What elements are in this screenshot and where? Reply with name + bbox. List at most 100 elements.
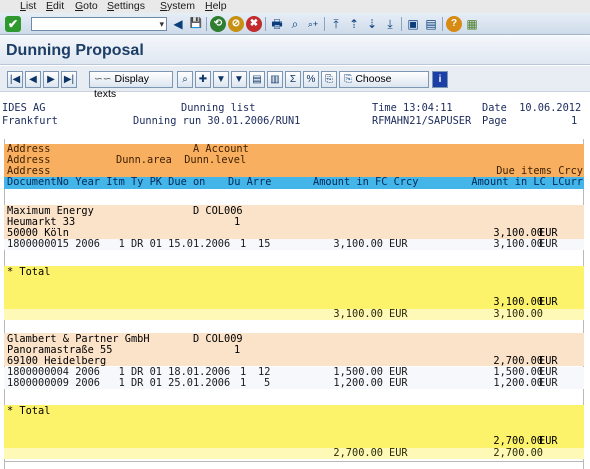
amount-fc: 1,200.00 bbox=[333, 377, 383, 389]
currency-fc: EUR bbox=[389, 238, 408, 250]
page-title: Dunning Proposal bbox=[6, 42, 144, 59]
first-page-icon[interactable]: ⤒ bbox=[328, 16, 344, 32]
total-amount-lc: 3,100.00 bbox=[493, 308, 543, 320]
list-title: Dunning list bbox=[181, 102, 256, 114]
column-header-row: DocumentNo Year Itm Ty PK Due on Du Arre… bbox=[4, 177, 584, 189]
currency-lc: EUR bbox=[539, 377, 558, 389]
next-item-button[interactable]: ▶ bbox=[43, 71, 59, 88]
details-button[interactable]: ⌕ bbox=[177, 71, 193, 88]
page-label: Page bbox=[482, 115, 507, 127]
cancel-icon[interactable]: ✖ bbox=[246, 16, 262, 32]
total-amount-fc: 3,100.00 bbox=[333, 308, 383, 320]
columns-button[interactable]: ▥ bbox=[267, 71, 283, 88]
enter-icon[interactable]: ✔ bbox=[5, 16, 21, 32]
total-amount-lc: 2,700.00 bbox=[493, 447, 543, 459]
total-currency-fc: EUR bbox=[389, 308, 408, 320]
dunning-list: IDES AG Dunning list Time 13:04:11 Date … bbox=[0, 101, 590, 469]
days-in-arrears: 15 bbox=[258, 238, 271, 250]
create-session-icon[interactable]: ▣ bbox=[405, 16, 421, 32]
report-date: Date 10.06.2012 bbox=[482, 102, 582, 114]
total-label: * Total bbox=[7, 405, 51, 417]
help-icon[interactable]: ? bbox=[446, 16, 462, 32]
column-header-row: Address A Account bbox=[4, 144, 584, 155]
command-history-icon[interactable]: ▾ bbox=[159, 18, 164, 30]
previous-page-icon[interactable]: ⇡ bbox=[346, 16, 362, 32]
sort-ascending-button[interactable]: ✚ bbox=[195, 71, 211, 88]
amount-lc: 3,100.00 bbox=[493, 238, 543, 250]
first-item-button[interactable]: |◀ bbox=[7, 71, 23, 88]
document-info: 1800000015 2006 1 DR 01 15.01.2006 bbox=[7, 238, 231, 250]
total-label-row: * Total bbox=[4, 406, 584, 417]
line-item-row[interactable]: 1800000015 2006 1 DR 01 15.01.2006 1 15 … bbox=[4, 239, 584, 250]
menu-help[interactable]: Help bbox=[205, 0, 227, 13]
menu-bar: List Edit Goto Settings System Help bbox=[0, 0, 590, 13]
menu-settings[interactable]: Settings bbox=[107, 0, 145, 13]
company-name: IDES AG bbox=[2, 102, 46, 114]
column-header: DocumentNo Year Itm Ty PK Due on bbox=[7, 176, 206, 188]
dunning-days: 1 bbox=[240, 238, 247, 250]
total-label: * Total bbox=[7, 266, 51, 278]
command-field[interactable]: ▾ bbox=[31, 17, 167, 31]
sum-button[interactable]: Σ bbox=[285, 71, 301, 88]
total-due-currency: EUR bbox=[539, 296, 558, 308]
menu-goto[interactable]: Goto bbox=[75, 0, 98, 13]
column-header: Du Arre bbox=[228, 176, 272, 188]
total-currency-fc: EUR bbox=[389, 447, 408, 459]
total-due-row: 2,700.00 EUR bbox=[4, 436, 584, 447]
subtotal-button[interactable]: % bbox=[303, 71, 319, 88]
total-amount-row: 2,700.00 EUR 2,700.00 bbox=[4, 448, 584, 459]
toolbar-separator bbox=[442, 17, 443, 31]
menu-system[interactable]: System bbox=[160, 0, 195, 13]
last-page-icon[interactable]: ⤓ bbox=[382, 16, 398, 32]
amount-fc: 3,100.00 bbox=[333, 238, 383, 250]
title-bar: Dunning Proposal bbox=[0, 36, 590, 65]
application-toolbar: |◀ ◀ ▶ ▶| ∽∽ Display texts ⌕ ✚ ▼ ▼ ▤ ▥ Σ… bbox=[0, 66, 590, 100]
choose-button[interactable]: ⎘ Choose bbox=[339, 71, 429, 88]
previous-item-button[interactable]: ◀ bbox=[25, 71, 41, 88]
total-due-amount: 3,100.00 bbox=[493, 296, 543, 308]
glasses-icon: ∽∽ bbox=[94, 73, 112, 85]
dunning-level: 1 bbox=[234, 344, 241, 356]
set-filter-button[interactable]: ▼ bbox=[231, 71, 247, 88]
column-header: Amount in LC LCurr bbox=[471, 176, 583, 188]
find-icon[interactable]: ⌕ bbox=[287, 16, 303, 32]
program-user: RFMAHN21/SAPUSER bbox=[372, 115, 472, 127]
column-header: Amount in FC Crcy bbox=[313, 176, 419, 188]
find-next-icon[interactable]: ⌕+ bbox=[305, 16, 321, 32]
total-due-amount: 2,700.00 bbox=[493, 435, 543, 447]
display-texts-button[interactable]: ∽∽ Display texts bbox=[89, 71, 173, 100]
save-icon[interactable]: 💾 bbox=[188, 16, 204, 32]
menu-edit[interactable]: Edit bbox=[46, 0, 64, 13]
print-icon[interactable]: 🖶 bbox=[269, 16, 285, 32]
currency-fc: EUR bbox=[389, 377, 408, 389]
shortcut-icon[interactable]: ▤ bbox=[423, 16, 439, 32]
dunning-run: Dunning run 30.01.2006/RUN1 bbox=[133, 115, 301, 127]
exit-icon[interactable]: ⊘ bbox=[228, 16, 244, 32]
next-page-icon[interactable]: ⇣ bbox=[364, 16, 380, 32]
back-arrow-icon[interactable]: ◀ bbox=[170, 16, 186, 32]
line-item-row[interactable]: 1800000009 2006 1 DR 01 25.01.2006 1 5 1… bbox=[4, 378, 584, 389]
choose-icon: ⎘ bbox=[344, 73, 356, 85]
standard-toolbar: ✔ ▾ ◀ 💾 ⟲ ⊘ ✖ 🖶 ⌕ ⌕+ ⤒ ⇡ ⇣ ⤓ ▣ ▤ ? ▦ bbox=[0, 13, 590, 35]
info-icon[interactable]: i bbox=[432, 71, 448, 88]
document-info: 1800000009 2006 1 DR 01 25.01.2006 bbox=[7, 377, 231, 389]
days-in-arrears: 5 bbox=[264, 377, 271, 389]
toolbar-separator bbox=[324, 17, 325, 31]
dunning-days: 1 bbox=[240, 377, 247, 389]
choose-label: Choose bbox=[355, 73, 392, 85]
report-time: Time 13:04:11 bbox=[372, 102, 453, 114]
total-amount-row: 3,100.00 EUR 3,100.00 bbox=[4, 309, 584, 320]
last-item-button[interactable]: ▶| bbox=[61, 71, 77, 88]
customer-name-row: Maximum Energy D COL006 bbox=[4, 206, 584, 217]
company-city: Frankfurt bbox=[2, 115, 58, 127]
export-button[interactable]: ⎘ bbox=[321, 71, 337, 88]
page-number: 1 bbox=[571, 115, 578, 127]
menu-list[interactable]: List bbox=[20, 0, 36, 13]
back-icon[interactable]: ⟲ bbox=[210, 16, 226, 32]
total-label-row: * Total bbox=[4, 267, 584, 278]
filter-button[interactable]: ▼ bbox=[213, 71, 229, 88]
toolbar-separator bbox=[265, 17, 266, 31]
list-divider bbox=[4, 461, 584, 462]
layout-menu-icon[interactable]: ▦ bbox=[464, 16, 480, 32]
layout-button[interactable]: ▤ bbox=[249, 71, 265, 88]
